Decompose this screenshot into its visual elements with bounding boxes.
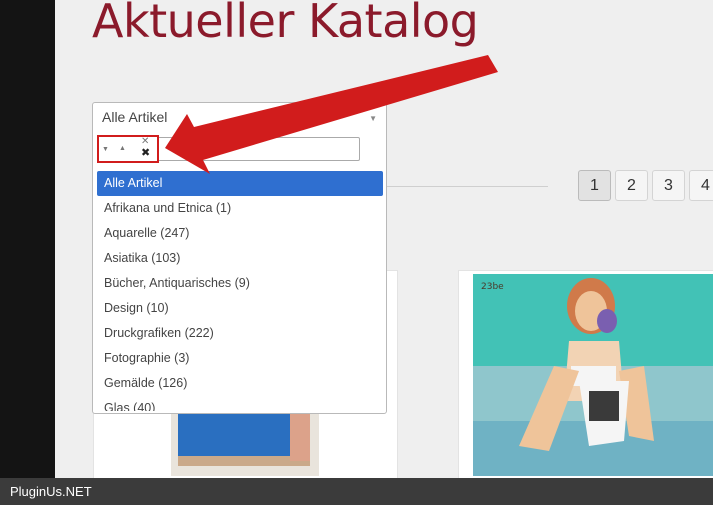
option-glas[interactable]: Glas (40) — [97, 396, 383, 411]
page-button-3[interactable]: 3 — [652, 170, 685, 201]
page-button-4[interactable]: 4 — [689, 170, 713, 201]
option-fotographie[interactable]: Fotographie (3) — [97, 346, 383, 371]
clear-icon[interactable]: ✖ — [141, 148, 150, 159]
divider-line — [386, 186, 548, 187]
category-select[interactable]: Alle Artikel ▼ ▼ ▲ ✕ ✖ Alle Artikel Afri… — [92, 102, 387, 414]
footer-bar: PluginUs.NET — [0, 478, 713, 505]
option-druckgrafiken[interactable]: Druckgrafiken (222) — [97, 321, 383, 346]
search-input[interactable] — [173, 138, 353, 160]
option-buecher[interactable]: Bücher, Antiquarisches (9) — [97, 271, 383, 296]
page-title: Aktueller Katalog — [92, 0, 479, 48]
product-image-seated-woman[interactable]: 23be — [459, 271, 713, 491]
page-button-2[interactable]: 2 — [615, 170, 648, 201]
option-gemaelde[interactable]: Gemälde (126) — [97, 371, 383, 396]
select-current-value[interactable]: Alle Artikel — [102, 109, 167, 125]
page-button-1[interactable]: 1 — [578, 170, 611, 201]
pagination: 1 2 3 4 — [578, 170, 713, 201]
option-afrikana[interactable]: Afrikana und Etnica (1) — [97, 196, 383, 221]
search-controls-highlight: ▼ ▲ ✕ ✖ — [97, 135, 159, 163]
option-design[interactable]: Design (10) — [97, 296, 383, 321]
options-list: Alle Artikel Afrikana und Etnica (1) Aqu… — [97, 171, 383, 411]
option-aquarelle[interactable]: Aquarelle (247) — [97, 221, 383, 246]
triangle-down-icon[interactable]: ▼ — [102, 146, 109, 153]
product-card[interactable]: 23be — [458, 270, 713, 492]
close-icon[interactable]: ✕ — [141, 137, 149, 147]
triangle-up-icon[interactable]: ▲ — [119, 145, 126, 152]
option-asiatika[interactable]: Asiatika (103) — [97, 246, 383, 271]
caret-down-icon[interactable]: ▼ — [369, 114, 377, 123]
option-alle-artikel[interactable]: Alle Artikel — [97, 171, 383, 196]
left-dark-sidebar — [0, 0, 55, 505]
painting-signature: 23be — [481, 282, 504, 292]
footer-brand-text: PluginUs.NET — [10, 484, 92, 499]
